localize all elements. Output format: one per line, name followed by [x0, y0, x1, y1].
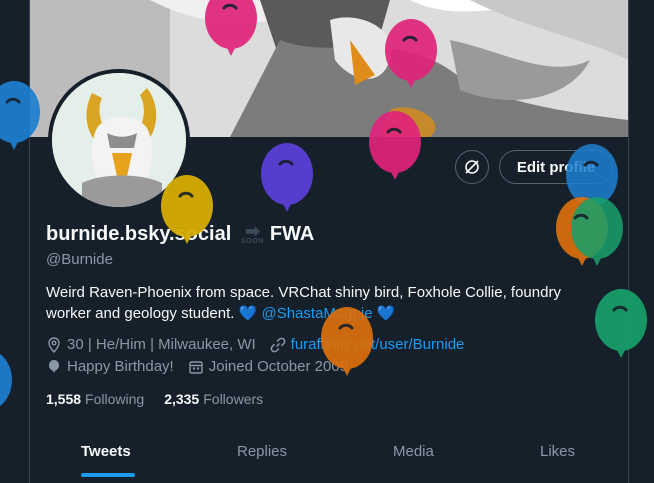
balloon-icon [595, 289, 647, 358]
balloon-icon [0, 349, 12, 418]
birthday-balloons [0, 0, 647, 418]
balloon-icon [0, 81, 40, 150]
balloon-icon [261, 143, 313, 212]
balloon-icon [205, 0, 257, 56]
balloon-icon [385, 19, 437, 88]
balloon-icon [321, 307, 373, 376]
balloon-icon [161, 175, 213, 244]
balloon-icon [369, 111, 421, 180]
